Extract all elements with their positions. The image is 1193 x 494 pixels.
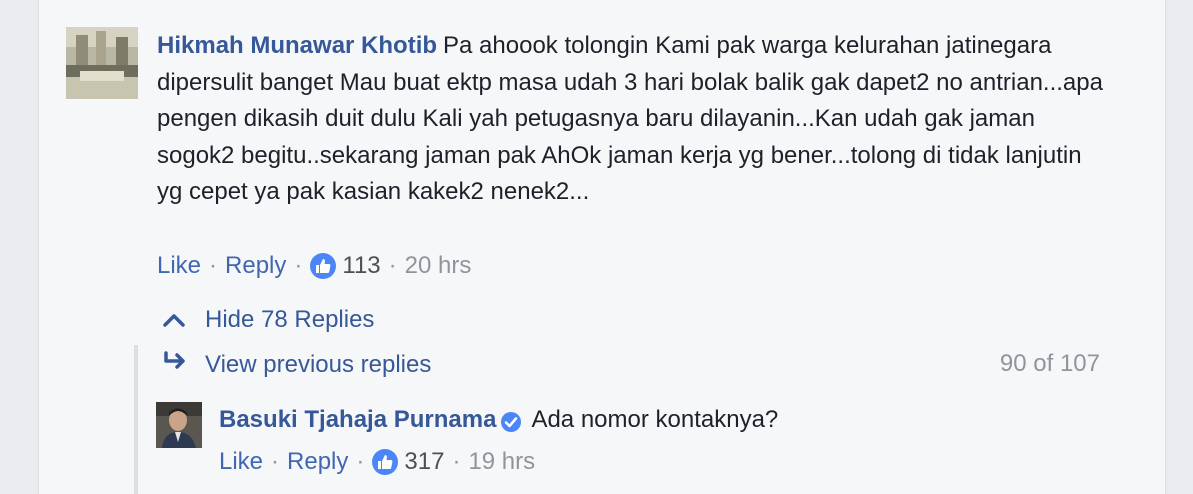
view-previous-replies[interactable]: View previous replies	[162, 350, 431, 379]
separator-dot: ·	[294, 252, 303, 279]
comment-actions: Like · Reply · 113 · 20 hrs	[157, 252, 471, 280]
thread-line	[134, 345, 138, 494]
reaction-count[interactable]: 113	[342, 252, 380, 280]
separator-dot: ·	[271, 448, 280, 475]
verified-badge-icon	[500, 409, 522, 432]
thumbs-up-icon[interactable]	[310, 253, 337, 279]
reply-author[interactable]: Basuki Tjahaja Purnama	[219, 403, 496, 437]
commenter-avatar[interactable]	[66, 27, 138, 99]
reply-timestamp[interactable]: 19 hrs	[468, 448, 535, 476]
hide-replies-toggle[interactable]: Hide 78 Replies	[163, 306, 374, 334]
reply-arrow-icon	[162, 350, 188, 379]
comment-body: Hikmah Munawar Khotib Pa ahoook tolongin …	[157, 28, 1107, 211]
thumbs-up-icon[interactable]	[372, 449, 399, 475]
reply-actions: Like · Reply · 317 · 19 hrs	[219, 448, 535, 476]
reply-button[interactable]: Reply	[287, 448, 348, 476]
reply-button[interactable]: Reply	[225, 252, 286, 280]
reaction-count[interactable]: 317	[404, 448, 444, 476]
separator-dot: ·	[388, 252, 397, 279]
reply-body: Basuki Tjahaja Purnama Ada nomor kontakn…	[219, 403, 778, 437]
separator-dot: ·	[356, 448, 365, 475]
reply-text: Ada nomor kontaknya?	[531, 406, 779, 433]
view-previous-label[interactable]: View previous replies	[205, 351, 431, 379]
comment-timestamp[interactable]: 20 hrs	[405, 252, 472, 280]
hide-replies-label[interactable]: Hide 78 Replies	[205, 306, 374, 334]
like-button[interactable]: Like	[157, 252, 201, 280]
reply-author-avatar[interactable]	[156, 402, 202, 448]
chevron-up-icon	[163, 306, 187, 334]
comment-author[interactable]: Hikmah Munawar Khotib	[157, 32, 437, 59]
like-button[interactable]: Like	[219, 448, 263, 476]
replies-pager: 90 of 107	[999, 350, 1100, 377]
separator-dot: ·	[452, 448, 461, 475]
separator-dot: ·	[209, 252, 218, 279]
